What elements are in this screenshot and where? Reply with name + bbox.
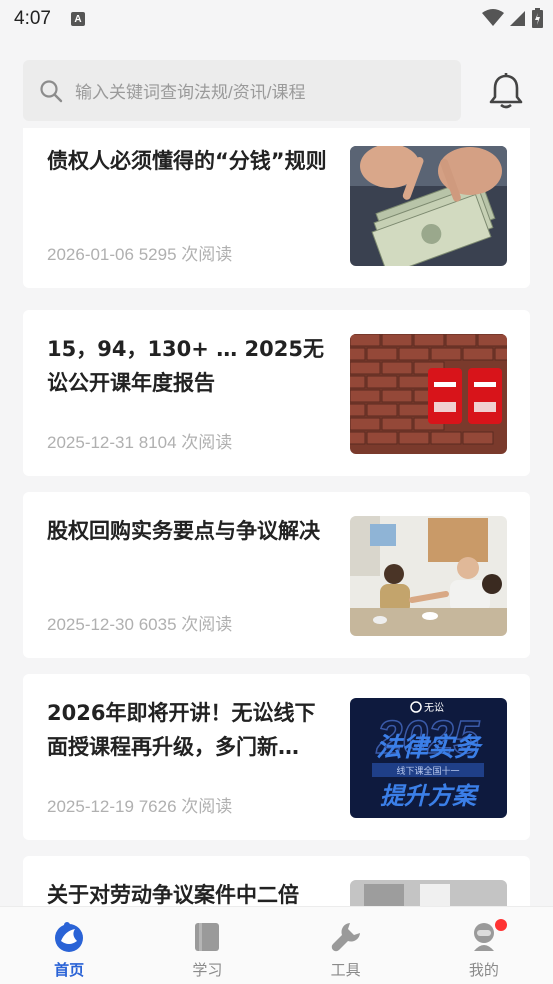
tab-label: 我的 [468,961,499,979]
article-card[interactable]: 2026年即将开讲！无讼线下面授课程再升级，多门新… 2025-12-19 76… [23,674,530,840]
tab-tools[interactable]: 工具 [277,907,415,984]
book-icon [195,923,220,951]
article-card[interactable]: 15，94，130+ … 2025无讼公开课年度报告 2025-12-31 81… [23,310,530,476]
notification-icon: A [70,12,85,26]
status-bar: 4:07 A [0,0,553,38]
signal-icon [510,11,525,26]
svg-text:法律实务: 法律实务 [376,733,484,763]
article-thumbnail [350,146,507,266]
svg-text:线下课全国十一: 线下课全国十一 [396,765,459,777]
article-meta: 2026-01-06 5295 次阅读 [47,245,233,264]
article-card[interactable]: 债权人必须懂得的“分钱”规则 2026-01-06 5295 次阅读 [23,128,530,288]
wifi-icon [482,9,504,26]
article-meta: 2025-12-31 8104 次阅读 [47,433,233,452]
search-placeholder: 输入关键词查询法规/资讯/课程 [75,83,306,102]
wrench-icon [331,923,360,952]
tab-label: 工具 [330,961,361,979]
bell-icon[interactable] [488,72,524,110]
article-meta: 2025-12-19 7626 次阅读 [47,797,233,816]
search-header: 输入关键词查询法规/资讯/课程 [0,58,553,124]
notification-badge [494,919,507,931]
svg-text:无讼: 无讼 [424,702,444,714]
article-meta: 2025-12-30 6035 次阅读 [47,615,233,634]
article-feed: 债权人必须懂得的“分钱”规则 2026-01-06 5295 次阅读 15，94… [23,128,530,906]
article-thumbnail [350,334,507,454]
home-icon [55,922,84,952]
status-indicators [482,8,543,28]
article-title: 2026年即将开讲！无讼线下面授课程再升级，多门新… [47,701,316,759]
article-title: 15，94，130+ … 2025无讼公开课年度报告 [47,337,324,395]
status-time: 4:07 [14,8,51,29]
article-thumbnail [350,880,507,906]
search-input[interactable]: 输入关键词查询法规/资讯/课程 [23,60,461,121]
article-thumbnail: 2025 无讼 法律实务 线下课全国十一 提升方案 [350,698,507,818]
article-thumbnail [350,516,507,636]
tab-study[interactable]: 学习 [138,907,276,984]
bottom-tab-bar: 首页 学习 工具 我的 [0,906,553,984]
svg-text:提升方案: 提升方案 [380,782,480,810]
article-title: 股权回购实务要点与争议解决 [47,519,320,543]
tab-label: 首页 [54,961,85,979]
tab-home[interactable]: 首页 [0,907,138,984]
article-title: 债权人必须懂得的“分钱”规则 [47,149,327,173]
article-card[interactable]: 股权回购实务要点与争议解决 2025-12-30 6035 次阅读 [23,492,530,658]
article-title: 关于对劳动争议案件中二倍 [47,883,299,906]
tab-label: 学习 [192,961,223,979]
battery-icon [532,8,543,28]
tab-profile[interactable]: 我的 [415,907,553,984]
article-card[interactable]: 关于对劳动争议案件中二倍 [23,856,530,906]
search-icon [40,79,63,102]
